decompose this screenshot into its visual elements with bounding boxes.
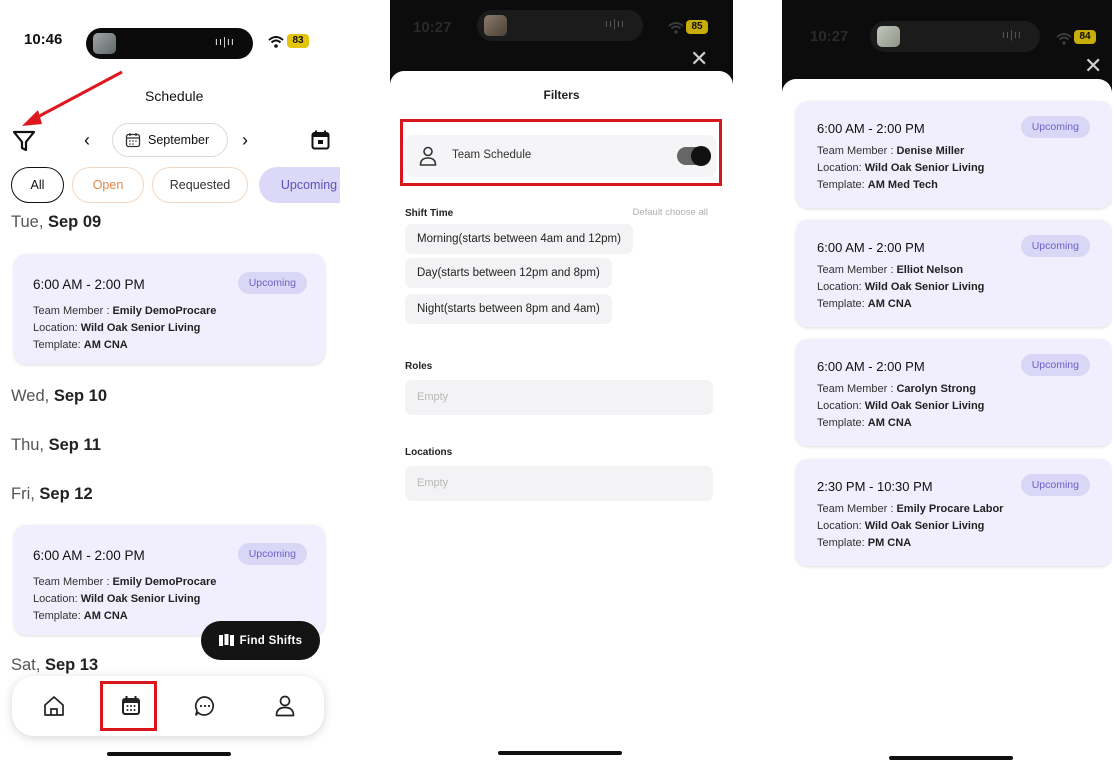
find-shifts-label: Find Shifts bbox=[239, 634, 303, 647]
month-label: September bbox=[148, 133, 210, 147]
annotation-arrow-icon bbox=[22, 70, 123, 126]
shift-time: 6:00 AM - 2:00 PM bbox=[33, 548, 145, 563]
dynamic-island: ıı|ıı bbox=[870, 21, 1040, 52]
wifi-icon bbox=[668, 22, 684, 34]
home-indicator bbox=[889, 756, 1013, 760]
team-member-line: Team Member : Elliot Nelson bbox=[817, 264, 964, 276]
status-badge: Upcoming bbox=[1020, 116, 1090, 138]
shift-option-night[interactable]: Night(starts between 8pm and 4am) bbox=[405, 294, 612, 324]
page-title: Schedule bbox=[145, 88, 204, 104]
roles-label: Roles bbox=[405, 361, 433, 372]
shift-time: 2:30 PM - 10:30 PM bbox=[817, 479, 933, 494]
day-header: Sat, Sep 13 bbox=[11, 656, 99, 674]
profile-icon[interactable] bbox=[273, 694, 297, 718]
template-line: Template: AM CNA bbox=[33, 610, 128, 622]
status-time: 10:27 bbox=[413, 19, 452, 36]
audio-wave-icon: ıı|ıı bbox=[1001, 29, 1022, 41]
template-line: Template: PM CNA bbox=[817, 537, 912, 549]
schedule-screen: 10:46 ıı|ıı 83 Schedule ‹ September › Al… bbox=[0, 0, 340, 761]
team-member-line: Team Member : Denise Miller bbox=[817, 145, 965, 157]
dynamic-island: ıı|ıı bbox=[477, 10, 643, 41]
battery-indicator: 85 bbox=[686, 20, 708, 34]
home-icon[interactable] bbox=[42, 694, 66, 718]
template-line: Template: AM CNA bbox=[817, 298, 912, 310]
day-header: Tue, Sep 09 bbox=[11, 213, 102, 231]
location-line: Location: Wild Oak Senior Living bbox=[33, 322, 201, 334]
find-shifts-button[interactable]: Find Shifts bbox=[201, 621, 320, 660]
bottom-tab-bar bbox=[12, 676, 324, 736]
day-header: Wed, Sep 10 bbox=[11, 387, 108, 405]
shift-option-morning[interactable]: Morning(starts between 4am and 12pm) bbox=[405, 224, 633, 254]
template-line: Template: AM CNA bbox=[817, 417, 912, 429]
next-month-button[interactable]: › bbox=[242, 130, 248, 151]
filter-chip-upcoming[interactable]: Upcoming bbox=[259, 167, 340, 203]
close-icon[interactable]: ✕ bbox=[690, 46, 708, 72]
filters-screen: 10:27 ıı|ıı 85 ✕ Filters Team Schedule S… bbox=[390, 0, 733, 761]
filters-sheet: Filters Team Schedule Shift Time Default… bbox=[390, 71, 733, 761]
home-indicator bbox=[498, 751, 622, 755]
team-member-line: Team Member : Emily Procare Labor bbox=[817, 503, 1004, 515]
team-schedule-sheet: 6:00 AM - 2:00 PM Upcoming Team Member :… bbox=[782, 79, 1112, 761]
location-line: Location: Wild Oak Senior Living bbox=[817, 520, 985, 532]
locations-label: Locations bbox=[405, 447, 453, 458]
location-line: Location: Wild Oak Senior Living bbox=[817, 281, 985, 293]
location-line: Location: Wild Oak Senior Living bbox=[817, 162, 985, 174]
shift-time-label: Shift Time bbox=[405, 208, 454, 219]
shift-card[interactable]: 6:00 AM - 2:00 PM Upcoming Team Member :… bbox=[796, 101, 1112, 208]
page-title: Filters bbox=[543, 88, 580, 102]
chat-icon[interactable] bbox=[193, 694, 217, 718]
wifi-icon bbox=[1056, 33, 1072, 45]
status-time: 10:27 bbox=[810, 28, 849, 45]
team-schedule-screen: 10:27 ıı|ıı 84 ✕ 6:00 AM - 2:00 PM Upcom… bbox=[782, 0, 1112, 761]
previous-month-button[interactable]: ‹ bbox=[84, 130, 90, 151]
shift-option-day[interactable]: Day(starts between 12pm and 8pm) bbox=[405, 258, 612, 288]
team-member-line: Team Member : Emily DemoProcare bbox=[33, 576, 217, 588]
filter-chip-open[interactable]: Open bbox=[72, 167, 144, 203]
filter-chip-all[interactable]: All bbox=[11, 167, 64, 203]
status-badge: Upcoming bbox=[237, 543, 307, 565]
shift-card[interactable]: 6:00 AM - 2:00 PM Upcoming Team Member :… bbox=[14, 254, 325, 364]
audio-wave-icon: ıı|ıı bbox=[604, 18, 625, 30]
media-thumbnail-icon bbox=[484, 15, 507, 36]
location-line: Location: Wild Oak Senior Living bbox=[817, 400, 985, 412]
shift-card[interactable]: 2:30 PM - 10:30 PM Upcoming Team Member … bbox=[796, 459, 1112, 566]
shift-card[interactable]: 6:00 AM - 2:00 PM Upcoming Team Member :… bbox=[14, 525, 325, 635]
shift-card[interactable]: 6:00 AM - 2:00 PM Upcoming Team Member :… bbox=[796, 220, 1112, 327]
shift-time: 6:00 AM - 2:00 PM bbox=[33, 277, 145, 292]
team-member-line: Team Member : Carolyn Strong bbox=[817, 383, 976, 395]
day-header: Fri, Sep 12 bbox=[11, 485, 93, 503]
home-indicator bbox=[107, 752, 231, 756]
shift-time: 6:00 AM - 2:00 PM bbox=[817, 240, 925, 255]
calendar-icon[interactable] bbox=[311, 130, 330, 150]
shift-time: 6:00 AM - 2:00 PM bbox=[817, 121, 925, 136]
day-header: Thu, Sep 11 bbox=[11, 436, 101, 454]
status-badge: Upcoming bbox=[1020, 474, 1090, 496]
shift-time-hint: Default choose all bbox=[632, 207, 708, 218]
shift-time: 6:00 AM - 2:00 PM bbox=[817, 359, 925, 374]
map-icon bbox=[218, 634, 234, 646]
calendar-small-icon bbox=[125, 133, 141, 148]
media-thumbnail-icon bbox=[877, 26, 900, 47]
roles-field[interactable]: Empty bbox=[405, 380, 713, 415]
highlight-box bbox=[400, 119, 722, 186]
status-badge: Upcoming bbox=[237, 272, 307, 294]
location-line: Location: Wild Oak Senior Living bbox=[33, 593, 201, 605]
status-badge: Upcoming bbox=[1020, 354, 1090, 376]
template-line: Template: AM Med Tech bbox=[817, 179, 938, 191]
month-selector[interactable]: September bbox=[112, 123, 228, 157]
close-icon[interactable]: ✕ bbox=[1084, 53, 1102, 79]
highlight-box bbox=[100, 681, 157, 731]
locations-field[interactable]: Empty bbox=[405, 466, 713, 501]
template-line: Template: AM CNA bbox=[33, 339, 128, 351]
filter-icon[interactable] bbox=[12, 129, 36, 153]
status-badge: Upcoming bbox=[1020, 235, 1090, 257]
filter-chip-requested[interactable]: Requested bbox=[152, 167, 248, 203]
team-member-line: Team Member : Emily DemoProcare bbox=[33, 305, 217, 317]
shift-card[interactable]: 6:00 AM - 2:00 PM Upcoming Team Member :… bbox=[796, 339, 1112, 446]
battery-indicator: 84 bbox=[1074, 30, 1096, 44]
